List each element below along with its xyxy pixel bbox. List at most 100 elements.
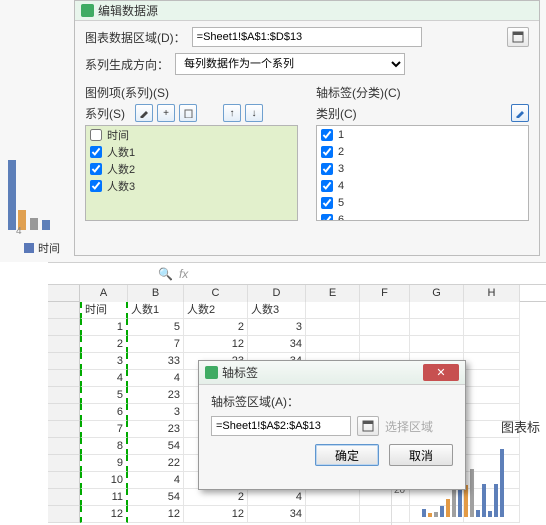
col-header[interactable]: E [306, 285, 360, 302]
cell[interactable] [306, 489, 360, 506]
cell[interactable]: 9 [80, 455, 128, 472]
range-picker-button[interactable] [357, 416, 379, 436]
cell[interactable] [410, 302, 464, 319]
row-header[interactable] [48, 455, 80, 472]
cell[interactable]: 34 [248, 506, 306, 523]
cell[interactable] [306, 506, 360, 523]
row-header[interactable] [48, 506, 80, 523]
cell[interactable] [464, 302, 520, 319]
cell[interactable] [360, 302, 410, 319]
row-header[interactable] [48, 370, 80, 387]
cell[interactable] [464, 336, 520, 353]
range-picker-button[interactable] [507, 27, 529, 47]
cell[interactable] [464, 319, 520, 336]
list-item: 2 [317, 143, 528, 160]
cell[interactable]: 54 [128, 438, 184, 455]
series-delete-button[interactable] [179, 104, 197, 122]
categories-listbox[interactable]: 1 2 3 4 5 6 7 8 [316, 125, 529, 221]
cell[interactable]: 4 [80, 370, 128, 387]
col-header[interactable]: C [184, 285, 248, 302]
axis-range-input[interactable] [211, 416, 351, 436]
cell[interactable]: 7 [80, 421, 128, 438]
cell[interactable] [306, 302, 360, 319]
col-header[interactable]: H [464, 285, 520, 302]
series-edit-button[interactable] [135, 104, 153, 122]
cell[interactable]: 11 [80, 489, 128, 506]
cancel-button[interactable]: 取消 [389, 444, 453, 466]
cell[interactable] [360, 319, 410, 336]
cell[interactable]: 3 [128, 404, 184, 421]
list-item: 1 [317, 126, 528, 143]
list-item: 人数1 [86, 143, 297, 160]
cell[interactable]: 1 [80, 319, 128, 336]
close-button[interactable]: ✕ [423, 364, 459, 381]
cell[interactable]: 2 [80, 336, 128, 353]
series-direction-select[interactable]: 每列数据作为一个系列 [175, 53, 405, 75]
series-add-button[interactable]: + [157, 104, 175, 122]
cell[interactable]: 2 [184, 319, 248, 336]
cell[interactable]: 12 [80, 506, 128, 523]
cell[interactable] [410, 319, 464, 336]
series-move-down-button[interactable]: ↓ [245, 104, 263, 122]
cell[interactable]: 4 [128, 472, 184, 489]
cell[interactable]: 34 [248, 336, 306, 353]
cell[interactable]: 5 [80, 387, 128, 404]
cell[interactable]: 人数2 [184, 302, 248, 319]
app-icon [81, 4, 94, 17]
col-header[interactable]: F [360, 285, 410, 302]
series-listbox[interactable]: 时间 人数1 人数2 人数3 [85, 125, 298, 221]
cell[interactable]: 12 [128, 506, 184, 523]
cell[interactable]: 10 [80, 472, 128, 489]
cell[interactable]: 2 [184, 489, 248, 506]
cell[interactable]: 人数3 [248, 302, 306, 319]
col-header[interactable]: D [248, 285, 306, 302]
cell[interactable]: 7 [128, 336, 184, 353]
cell[interactable] [464, 353, 520, 370]
cell[interactable]: 8 [80, 438, 128, 455]
cell[interactable]: 22 [128, 455, 184, 472]
cell[interactable] [306, 319, 360, 336]
cell[interactable]: 3 [248, 319, 306, 336]
cell[interactable]: 54 [128, 489, 184, 506]
cell[interactable]: 时间 [80, 302, 128, 319]
cell[interactable]: 33 [128, 353, 184, 370]
category-edit-button[interactable] [511, 104, 529, 122]
cell[interactable]: 23 [128, 421, 184, 438]
cell[interactable] [464, 387, 520, 404]
cell[interactable]: 人数1 [128, 302, 184, 319]
cell[interactable] [360, 336, 410, 353]
cell[interactable]: 5 [128, 319, 184, 336]
row-header[interactable] [48, 387, 80, 404]
dialog-titlebar[interactable]: 轴标签 ✕ [199, 361, 465, 385]
row-header[interactable] [48, 438, 80, 455]
cell[interactable]: 4 [128, 370, 184, 387]
dialog-titlebar[interactable]: 编辑数据源 [75, 1, 539, 21]
cell[interactable] [306, 336, 360, 353]
row-header[interactable] [48, 353, 80, 370]
row-header[interactable] [48, 336, 80, 353]
row-header[interactable] [48, 404, 80, 421]
series-move-up-button[interactable]: ↑ [223, 104, 241, 122]
cell[interactable] [464, 370, 520, 387]
formula-bar[interactable]: 🔍 fx [48, 263, 546, 285]
cell[interactable]: 4 [248, 489, 306, 506]
cell[interactable] [410, 336, 464, 353]
axis-range-label: 轴标签区域(A)： [211, 393, 453, 410]
row-headers [48, 302, 80, 523]
cell[interactable]: 12 [184, 506, 248, 523]
ok-button[interactable]: 确定 [315, 444, 379, 466]
chart-range-input[interactable] [192, 27, 422, 47]
row-header[interactable] [48, 421, 80, 438]
dialog-title: 轴标签 [222, 364, 423, 381]
col-header[interactable]: A [80, 285, 128, 302]
cell[interactable]: 12 [184, 336, 248, 353]
row-header[interactable] [48, 319, 80, 336]
col-header[interactable]: B [128, 285, 184, 302]
list-item: 人数3 [86, 177, 297, 194]
cell[interactable]: 3 [80, 353, 128, 370]
row-header[interactable] [48, 489, 80, 506]
cell[interactable]: 23 [128, 387, 184, 404]
col-header[interactable]: G [410, 285, 464, 302]
row-header[interactable] [48, 472, 80, 489]
cell[interactable]: 6 [80, 404, 128, 421]
